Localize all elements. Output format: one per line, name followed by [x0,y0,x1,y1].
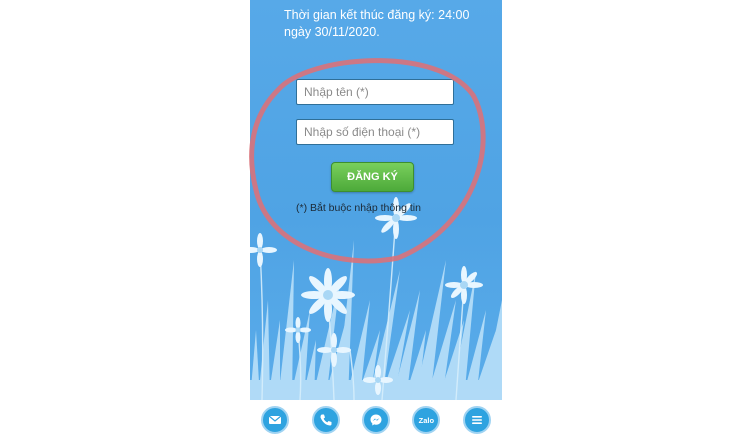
messenger-icon [370,414,382,426]
call-button[interactable] [311,406,340,434]
zalo-button[interactable]: Zalo [412,406,441,434]
email-icon [268,415,282,424]
bottom-contact-bar: Zalo [250,400,502,440]
menu-icon [471,416,482,424]
registration-end-time: Thời gian kết thúc đăng ký: 24:00 ngày 3… [284,8,470,39]
messenger-button[interactable] [361,406,390,434]
zalo-icon: Zalo [418,415,435,425]
highlight-circle-annotation [249,58,486,264]
phone-icon [320,414,332,426]
menu-button[interactable] [462,406,491,434]
email-button[interactable] [261,406,290,434]
